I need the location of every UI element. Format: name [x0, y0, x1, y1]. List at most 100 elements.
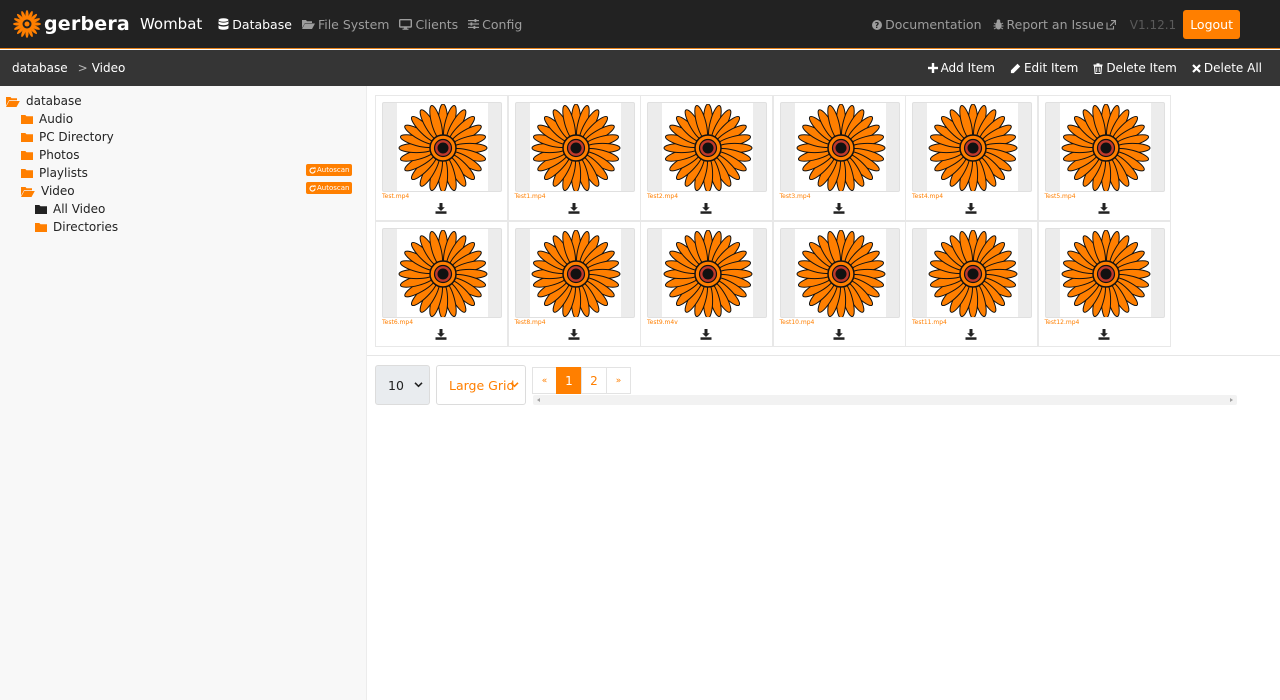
page-2-button[interactable]: 2	[581, 367, 607, 394]
thumbnail[interactable]	[779, 102, 900, 192]
thumbnail[interactable]	[912, 102, 1032, 192]
edit-item-button[interactable]: Edit Item	[1010, 61, 1078, 75]
media-item-card[interactable]: Test.mp4	[375, 95, 508, 221]
nav-report-issue[interactable]: Report an Issue	[993, 17, 1119, 32]
page-last-button[interactable]: »	[606, 367, 631, 394]
download-icon[interactable]	[965, 329, 977, 340]
tree-item-database[interactable]: database	[6, 92, 82, 110]
add-item-button[interactable]: Add Item	[927, 61, 995, 75]
media-item-title[interactable]: Test4.mp4	[912, 193, 943, 200]
chevron-down-icon	[510, 382, 519, 388]
folder-open-icon	[21, 186, 35, 197]
page-1-button[interactable]: 1	[556, 367, 582, 394]
folder-icon	[21, 169, 33, 178]
download-icon[interactable]	[1098, 329, 1110, 340]
tree-item-photos[interactable]: Photos	[21, 146, 79, 164]
breadcrumb-item-video[interactable]: Video	[92, 61, 126, 75]
media-item-card[interactable]: Test2.mp4	[640, 95, 773, 221]
media-item-title[interactable]: Test5.mp4	[1045, 193, 1076, 200]
scroll-right-arrow-icon[interactable]	[1230, 398, 1233, 402]
media-item-card[interactable]: Test9.m4v	[640, 221, 773, 347]
thumbnail[interactable]	[779, 228, 900, 318]
nav-documentation[interactable]: ? Documentation	[872, 17, 982, 32]
brand-subtitle: Wombat	[139, 15, 203, 33]
tree-item-audio[interactable]: Audio	[21, 110, 73, 128]
media-item-card[interactable]: Test10.mp4	[772, 221, 906, 347]
brand[interactable]: gerbera Wombat	[12, 9, 202, 39]
thumbnail[interactable]	[912, 228, 1032, 318]
download-icon[interactable]	[435, 203, 447, 214]
nav-file-system[interactable]: File System	[301, 17, 389, 32]
delete-all-button[interactable]: Delete All	[1192, 61, 1262, 75]
gerbera-flower-icon	[796, 104, 885, 191]
thumbnail[interactable]	[647, 102, 767, 192]
media-item-title[interactable]: Test.mp4	[382, 193, 409, 200]
media-item-title[interactable]: Test1.mp4	[515, 193, 546, 200]
tree-item-all-video[interactable]: All Video	[35, 200, 105, 218]
nav-database[interactable]: Database	[218, 17, 292, 32]
download-icon[interactable]	[1098, 203, 1110, 214]
items-per-page-value: 10	[388, 377, 404, 393]
media-item-title[interactable]: Test8.mp4	[515, 319, 546, 326]
view-mode-select[interactable]: Large Grid	[436, 365, 526, 405]
media-item-title[interactable]: Test9.m4v	[647, 319, 678, 326]
download-icon[interactable]	[568, 329, 580, 340]
tree-item-pc-directory[interactable]: PC Directory	[21, 128, 114, 146]
autoscan-badge-video[interactable]: Autoscan	[306, 182, 353, 194]
thumbnail[interactable]	[1044, 228, 1165, 318]
gerbera-flower-icon	[13, 10, 41, 38]
items-per-page-select[interactable]: 10	[375, 365, 430, 405]
media-item-card[interactable]: Test4.mp4	[905, 95, 1038, 221]
download-icon[interactable]	[568, 203, 580, 214]
media-item-title[interactable]: Test3.mp4	[780, 193, 811, 200]
media-item-card[interactable]: Test11.mp4	[905, 221, 1038, 347]
media-item-title[interactable]: Test2.mp4	[647, 193, 678, 200]
scroll-left-arrow-icon[interactable]	[537, 398, 540, 402]
autoscan-badge-playlists[interactable]: Autoscan	[306, 164, 353, 176]
download-icon[interactable]	[965, 203, 977, 214]
tree-item-video[interactable]: Video	[21, 182, 75, 200]
media-item-card[interactable]: Test3.mp4	[772, 95, 906, 221]
media-item-card[interactable]: Test8.mp4	[507, 221, 641, 347]
media-item-card[interactable]: Test5.mp4	[1037, 95, 1171, 221]
nav-config[interactable]: Config	[468, 17, 522, 32]
tree-item-playlists[interactable]: Playlists	[21, 164, 88, 182]
nav-report-issue-label: Report an Issue	[1006, 17, 1104, 32]
thumbnail[interactable]	[647, 228, 767, 318]
folder-icon	[35, 205, 47, 214]
bug-icon	[993, 19, 1003, 30]
media-item-title[interactable]: Test11.mp4	[912, 319, 947, 326]
download-icon[interactable]	[700, 329, 712, 340]
thumbnail[interactable]	[382, 228, 502, 318]
media-item-title[interactable]: Test12.mp4	[1045, 319, 1080, 326]
sidebar-tree: database Audio PC Directory Photos Playl…	[0, 86, 367, 700]
nav-documentation-label: Documentation	[885, 17, 982, 32]
tree-item-directories[interactable]: Directories	[35, 218, 118, 236]
nav-clients[interactable]: Clients	[399, 17, 458, 32]
media-item-title[interactable]: Test10.mp4	[780, 319, 815, 326]
download-icon[interactable]	[700, 203, 712, 214]
download-icon[interactable]	[435, 329, 447, 340]
folder-icon	[21, 133, 33, 142]
media-item-card[interactable]: Test6.mp4	[375, 221, 508, 347]
gerbera-flower-icon	[663, 230, 753, 317]
breadcrumb-item-database[interactable]: database	[12, 61, 68, 75]
gerbera-flower-icon	[663, 104, 753, 191]
delete-item-button[interactable]: Delete Item	[1093, 61, 1177, 75]
page-first-button[interactable]: «	[532, 367, 557, 394]
logout-button[interactable]: Logout	[1183, 10, 1240, 39]
media-item-card[interactable]: Test1.mp4	[507, 95, 641, 221]
thumbnail[interactable]	[514, 102, 635, 192]
download-icon[interactable]	[833, 203, 845, 214]
horizontal-scrollbar[interactable]	[533, 395, 1237, 405]
media-item-card[interactable]: Test12.mp4	[1037, 221, 1171, 347]
thumbnail[interactable]	[514, 228, 635, 318]
thumbnail[interactable]	[1044, 102, 1165, 192]
plus-icon	[927, 63, 938, 73]
download-icon[interactable]	[833, 329, 845, 340]
thumbnail[interactable]	[382, 102, 502, 192]
media-item-title[interactable]: Test6.mp4	[382, 319, 413, 326]
chevron-down-icon	[414, 382, 423, 388]
brand-name: gerbera	[44, 13, 130, 35]
gerbera-flower-icon	[928, 230, 1018, 317]
